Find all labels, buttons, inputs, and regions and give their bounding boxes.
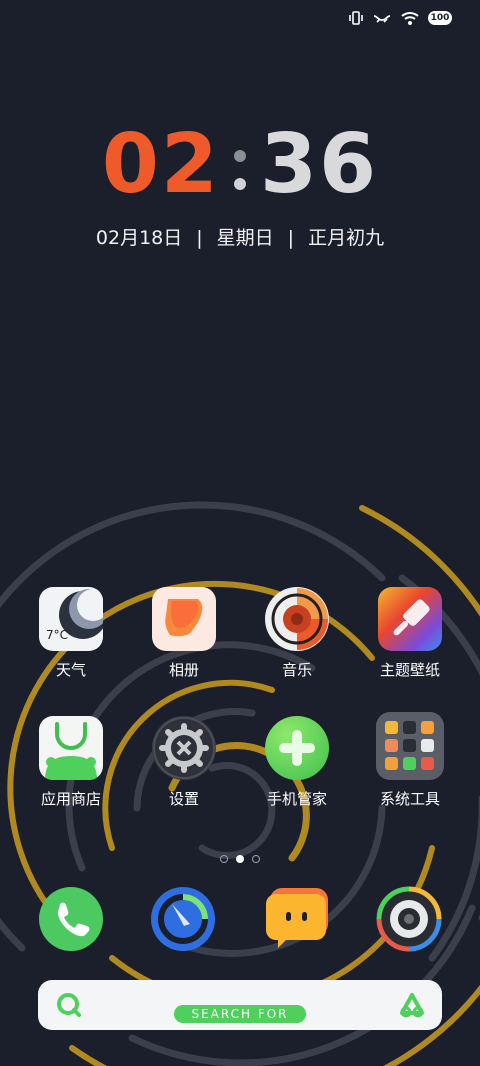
app-store[interactable]: 应用商店 bbox=[16, 716, 126, 809]
browser-icon bbox=[151, 887, 215, 951]
folder-system-tools[interactable]: 系统工具 bbox=[355, 712, 465, 809]
date-lunar: 正月初九 bbox=[308, 227, 385, 249]
app-label: 设置 bbox=[168, 790, 199, 808]
app-store-icon bbox=[39, 716, 103, 780]
battery-icon: 100 bbox=[428, 11, 452, 25]
search-bar[interactable]: SEARCH FOR bbox=[38, 980, 442, 1030]
page-dot-current[interactable] bbox=[236, 855, 244, 863]
messages-icon bbox=[266, 888, 328, 948]
music-icon bbox=[265, 587, 329, 651]
app-theme[interactable]: 主题壁纸 bbox=[355, 587, 465, 680]
page-indicator[interactable] bbox=[0, 855, 480, 863]
wifi-icon bbox=[400, 10, 420, 26]
camera-icon bbox=[376, 886, 442, 952]
weather-icon: 7°C bbox=[39, 587, 103, 651]
hotspot-icon bbox=[372, 10, 392, 26]
dock-phone[interactable] bbox=[38, 886, 104, 956]
settings-icon bbox=[152, 716, 216, 780]
page-dot[interactable] bbox=[252, 855, 260, 863]
app-label: 相册 bbox=[168, 661, 199, 679]
vibrate-icon bbox=[348, 10, 364, 26]
app-label: 系统工具 bbox=[379, 790, 440, 808]
date-weekday: 星期日 bbox=[216, 227, 274, 249]
app-phone-manager[interactable]: 手机管家 bbox=[242, 716, 352, 809]
app-gallery[interactable]: 相册 bbox=[129, 587, 239, 680]
weather-temp: 7°C bbox=[46, 628, 69, 642]
app-label: 主题壁纸 bbox=[379, 661, 440, 679]
dock-browser[interactable] bbox=[150, 886, 216, 956]
app-label: 手机管家 bbox=[266, 790, 327, 808]
page-dot[interactable] bbox=[220, 855, 228, 863]
date-separator: | bbox=[196, 227, 203, 249]
phone-icon bbox=[39, 887, 103, 951]
date-line: 02月18日 | 星期日 | 正月初九 bbox=[0, 223, 480, 250]
gallery-icon bbox=[152, 587, 216, 651]
app-label: 天气 bbox=[55, 661, 86, 679]
search-icon[interactable] bbox=[56, 992, 82, 1018]
app-weather[interactable]: 7°C 天气 bbox=[16, 587, 126, 680]
clock-minutes: 36 bbox=[260, 117, 379, 212]
dock-camera[interactable] bbox=[376, 886, 442, 956]
app-label: 应用商店 bbox=[40, 790, 101, 808]
dock-messages[interactable] bbox=[264, 886, 330, 956]
clock-widget[interactable]: 02 36 bbox=[0, 124, 480, 211]
clock-colon bbox=[234, 129, 246, 211]
clock-hours: 02 bbox=[101, 117, 220, 212]
assistant-icon[interactable] bbox=[398, 992, 426, 1018]
status-bar: 100 bbox=[348, 10, 452, 26]
app-label: 音乐 bbox=[281, 661, 312, 679]
date-day: 02月18日 bbox=[95, 227, 183, 249]
search-placeholder: SEARCH FOR bbox=[174, 1005, 306, 1023]
phone-manager-icon bbox=[265, 716, 329, 780]
system-tools-folder-icon bbox=[376, 712, 444, 780]
app-music[interactable]: 音乐 bbox=[242, 587, 352, 680]
app-settings[interactable]: 设置 bbox=[129, 716, 239, 809]
theme-icon bbox=[378, 587, 442, 651]
date-separator: | bbox=[287, 227, 295, 249]
